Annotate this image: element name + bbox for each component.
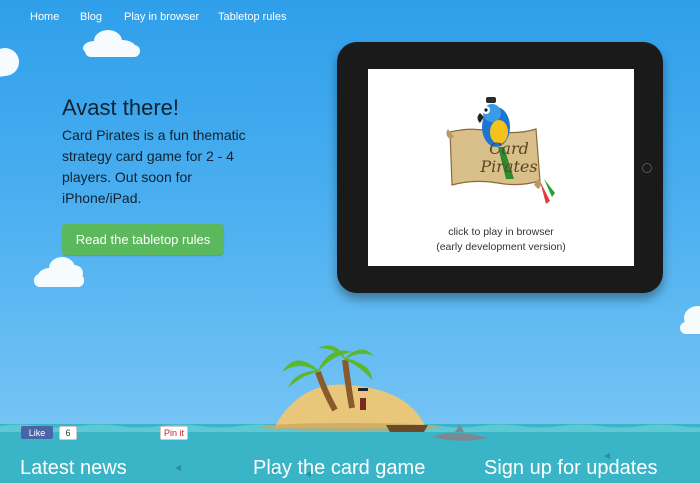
island-scene [0, 345, 700, 483]
pinterest-pin-button[interactable]: Pin it [160, 426, 188, 440]
like-count-badge: 6 [59, 426, 77, 440]
play-card-game-heading: Play the card game [253, 457, 426, 479]
latest-news-heading: Latest news [20, 457, 127, 479]
palm-leaves [282, 345, 374, 388]
sign-up-updates-heading: Sign up for updates [484, 457, 658, 479]
facebook-like-button[interactable]: Like [21, 426, 53, 439]
like-label: Like [28, 427, 46, 438]
